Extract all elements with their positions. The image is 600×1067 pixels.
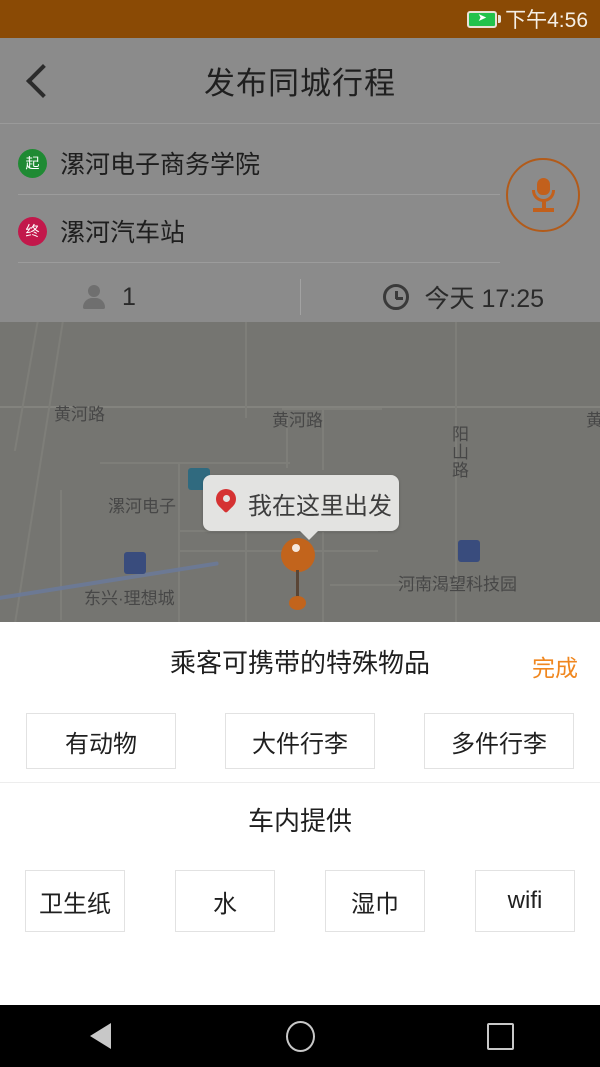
start-location-row[interactable]: 起 漯河电子商务学院	[18, 132, 260, 194]
sheet-header: 乘客可携带的特殊物品 完成	[0, 622, 600, 700]
map-callout-text: 我在这里出发	[248, 492, 392, 520]
map-label: 东兴·理想城	[84, 589, 175, 608]
nav-back-button[interactable]	[40, 1005, 160, 1067]
app-screen: ➤ 下午4:56 发布同城行程 起 漯河电子商务学院 终 漯河汽车站 1 今天 …	[0, 0, 600, 1067]
page-title: 发布同城行程	[204, 66, 396, 101]
map-label: 黄河路	[54, 405, 105, 424]
seat-count-value: 1	[122, 282, 136, 311]
divider	[18, 194, 500, 195]
trip-meta-row: 1 今天 17:25	[0, 272, 600, 322]
options-bottom-sheet: 乘客可携带的特殊物品 完成 有动物 大件行李 多件行李 车内提供 卫生纸 水 湿…	[0, 622, 600, 1005]
end-location-row[interactable]: 终 漯河汽车站	[18, 200, 185, 262]
home-icon	[124, 552, 146, 574]
map-label: 漯河电子	[108, 497, 176, 516]
chip-option[interactable]: wifi	[475, 870, 575, 932]
chip-option[interactable]: 水	[175, 870, 275, 932]
map-callout-bubble[interactable]: 我在这里出发	[203, 475, 399, 540]
special-items-chip-row: 有动物 大件行李 多件行李	[0, 700, 600, 782]
chip-option[interactable]: 多件行李	[424, 713, 574, 769]
route-form: 起 漯河电子商务学院 终 漯河汽车站 1 今天 17:25	[0, 124, 600, 322]
nav-back-icon	[89, 1023, 111, 1049]
map-label: 河南渴望科技园	[398, 575, 517, 594]
seat-count-selector[interactable]: 1	[0, 283, 300, 312]
nav-recents-button[interactable]	[440, 1005, 560, 1067]
location-marker-icon[interactable]	[281, 538, 315, 610]
voice-input-button[interactable]	[506, 158, 580, 232]
charging-bolt-icon: ➤	[477, 11, 487, 24]
nav-home-button[interactable]	[240, 1005, 360, 1067]
start-location-text: 漯河电子商务学院	[60, 151, 261, 179]
map-label: 黄	[586, 411, 600, 430]
end-location-text: 漯河汽车站	[60, 219, 186, 247]
app-bar: 发布同城行程	[0, 38, 600, 124]
chip-option[interactable]: 大件行李	[225, 713, 375, 769]
departure-time-selector[interactable]: 今天 17:25	[301, 279, 600, 315]
amenities-chip-row: 卫生纸 水 湿巾 wifi	[0, 855, 600, 947]
departure-time-value: 今天 17:25	[424, 285, 545, 313]
done-button[interactable]: 完成	[532, 649, 578, 683]
clock-icon	[382, 284, 409, 310]
system-navigation-bar	[0, 1005, 600, 1067]
person-icon	[82, 284, 106, 310]
chevron-left-icon	[26, 63, 60, 98]
nav-recents-icon	[486, 1022, 514, 1050]
chip-option[interactable]: 有动物	[26, 713, 176, 769]
chip-option[interactable]: 卫生纸	[25, 870, 125, 932]
chip-option[interactable]: 湿巾	[325, 870, 425, 932]
end-badge-icon: 终	[18, 216, 47, 246]
sheet-title: 乘客可携带的特殊物品	[169, 647, 430, 678]
back-button[interactable]	[0, 38, 86, 124]
building-icon	[458, 540, 480, 562]
sheet-subtitle: 车内提供	[247, 805, 352, 836]
map-pin-icon	[211, 484, 241, 517]
divider	[18, 262, 500, 263]
map-label: 黄河路	[272, 411, 323, 430]
nav-home-icon	[285, 1020, 315, 1052]
start-badge-icon: 起	[18, 148, 47, 178]
status-bar: ➤ 下午4:56	[0, 0, 600, 38]
battery-charging-icon: ➤	[467, 10, 502, 28]
status-bar-clock: 下午4:56	[505, 9, 588, 32]
microphone-icon	[528, 178, 558, 212]
map-label: 阳山路	[449, 425, 468, 479]
